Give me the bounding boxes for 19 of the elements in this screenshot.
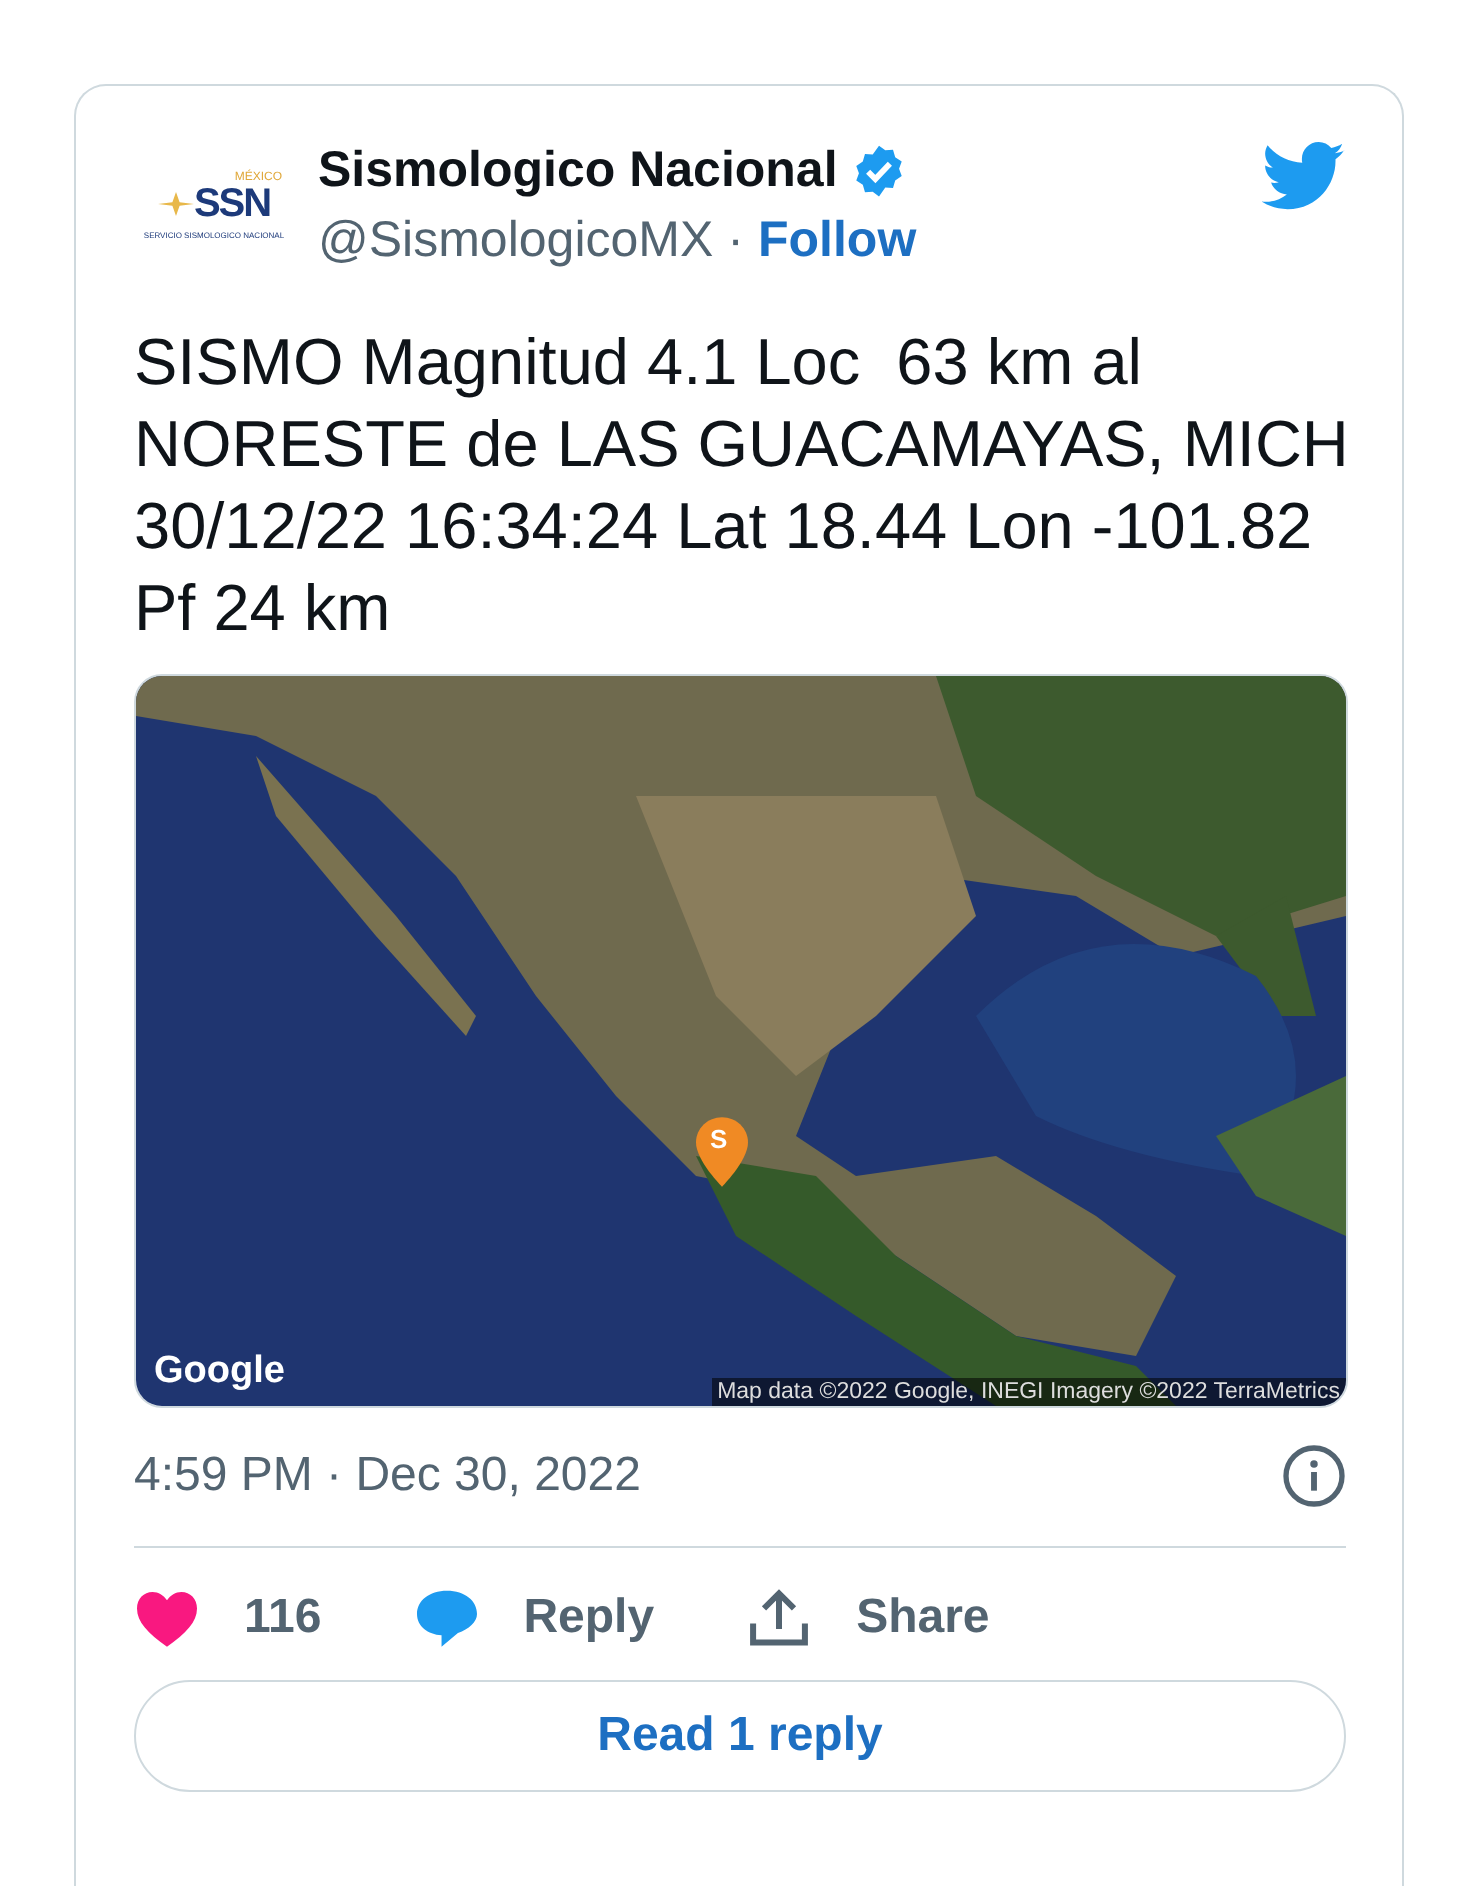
info-icon[interactable] xyxy=(1282,1444,1346,1508)
map-logo: Google xyxy=(154,1350,285,1394)
tweet-timestamp[interactable]: 4:59 PM · Dec 30, 2022 xyxy=(134,1448,641,1504)
speech-bubble-icon xyxy=(413,1588,480,1648)
reply-action[interactable]: Reply xyxy=(413,1588,655,1648)
separator: · xyxy=(727,212,744,270)
map-pin-icon[interactable] xyxy=(696,1116,748,1188)
pin-label: S xyxy=(710,1124,728,1154)
share-action[interactable]: Share xyxy=(746,1588,990,1648)
map-attribution: Map data ©2022 Google, INEGI Imagery ©2022 TerraMetrics xyxy=(711,1378,1346,1406)
follow-link[interactable]: Follow xyxy=(757,212,917,270)
bird-icon[interactable] xyxy=(1262,142,1346,212)
author-name[interactable]: Sismologico Nacional xyxy=(318,142,838,200)
author-handle[interactable]: @SismologicoMX xyxy=(318,212,714,270)
read-replies-button[interactable]: Read 1 reply xyxy=(134,1680,1346,1792)
share-icon xyxy=(746,1588,813,1648)
tweet-text: SISMO Magnitud 4.1 Loc 63 km al NORESTE de LAS GUACAMAYAS, MICH 30/12/22 16:34:24 Lat 18.44 Lon -101.82 Pf 24 km xyxy=(134,324,1351,648)
heart-icon xyxy=(134,1588,200,1648)
like-action[interactable]: 116 xyxy=(134,1588,322,1648)
